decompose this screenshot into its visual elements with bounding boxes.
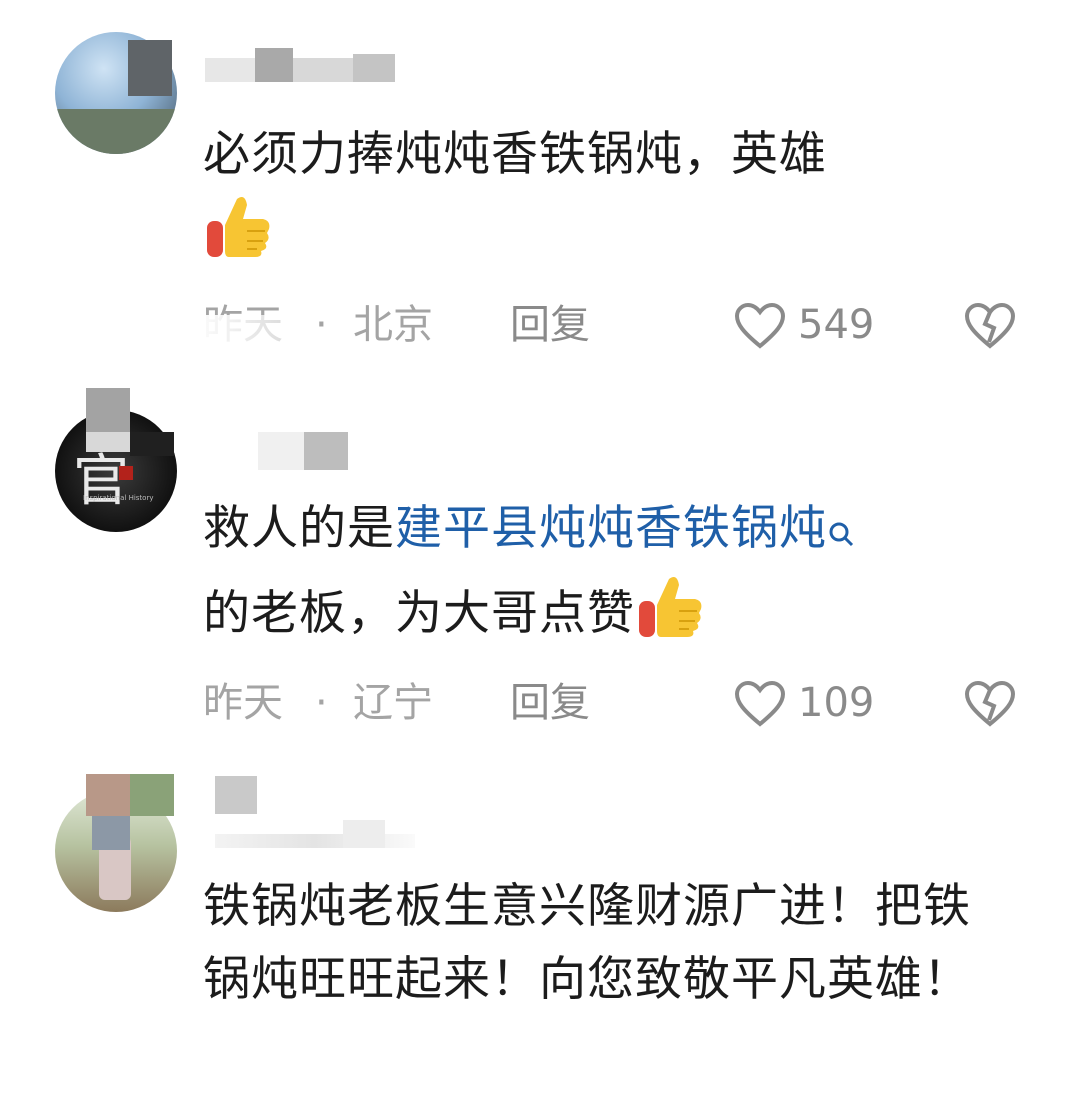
comment-3: 铁锅炖老板生意兴隆财源广进！把铁锅炖旺旺起来！向您致敬平凡英雄！ (0, 760, 1080, 1109)
comment-meta: 昨天 · 辽宁 回复 109 (203, 673, 1023, 733)
comment-text-body: 铁锅炖老板生意兴隆财源广进！把铁锅炖旺旺起来！向您致敬平凡英雄！ (203, 879, 971, 1007)
meta-separator: · (315, 680, 328, 726)
broken-heart-icon (964, 302, 1016, 349)
avatar-mosaic (130, 432, 174, 456)
username-blurred[interactable] (205, 48, 395, 84)
avatar-mosaic (86, 388, 130, 432)
username-blurred[interactable] (258, 432, 348, 472)
thumbs-up-emoji-icon (203, 191, 273, 282)
like-count: 549 (798, 302, 875, 348)
comment-1: 必须力捧炖炖香铁锅炖，英雄 昨天 · 北京 回复 549 (0, 0, 1080, 380)
comment-text: 救人的是建平县炖炖香铁锅炖 的老板，为大哥点赞 (203, 492, 1023, 662)
comment-text-end: 的老板，为大哥点赞 (203, 586, 635, 641)
dislike-button[interactable] (963, 302, 1017, 367)
reply-button[interactable]: 回复 (510, 295, 590, 355)
search-icon[interactable] (827, 498, 857, 571)
avatar-mosaic (92, 816, 130, 850)
dislike-button[interactable] (963, 680, 1017, 745)
heart-outline-icon (734, 680, 786, 727)
comment-location: 北京 (353, 302, 433, 348)
like-count: 109 (798, 680, 875, 726)
comment-text-start: 救人的是 (203, 501, 395, 556)
meta-separator: · (315, 302, 328, 348)
meta-blur (203, 315, 303, 345)
store-link[interactable]: 建平县炖炖香铁锅炖 (395, 501, 827, 556)
comment-meta: 昨天 · 北京 回复 549 (203, 295, 1023, 355)
avatar-mosaic (130, 774, 174, 816)
comment-time: 昨天 (203, 680, 283, 726)
comment-text: 必须力捧炖炖香铁锅炖，英雄 (203, 118, 1023, 282)
comment-text-body: 必须力捧炖炖香铁锅炖，英雄 (203, 127, 827, 182)
avatar-mosaic (86, 432, 130, 452)
comment-2: 官 Inspirational History 救人的是建平县炖炖香铁锅炖 的老… (0, 380, 1080, 760)
avatar-mosaic (86, 774, 130, 816)
username-blurred[interactable] (215, 776, 415, 848)
comment-text: 铁锅炖老板生意兴隆财源广进！把铁锅炖旺旺起来！向您致敬平凡英雄！ (203, 870, 1018, 1016)
broken-heart-icon (964, 680, 1016, 727)
heart-outline-icon (734, 302, 786, 349)
comment-location: 辽宁 (353, 680, 433, 726)
avatar-mosaic (128, 40, 172, 96)
thumbs-up-emoji-icon (635, 571, 705, 662)
reply-button[interactable]: 回复 (510, 673, 590, 733)
